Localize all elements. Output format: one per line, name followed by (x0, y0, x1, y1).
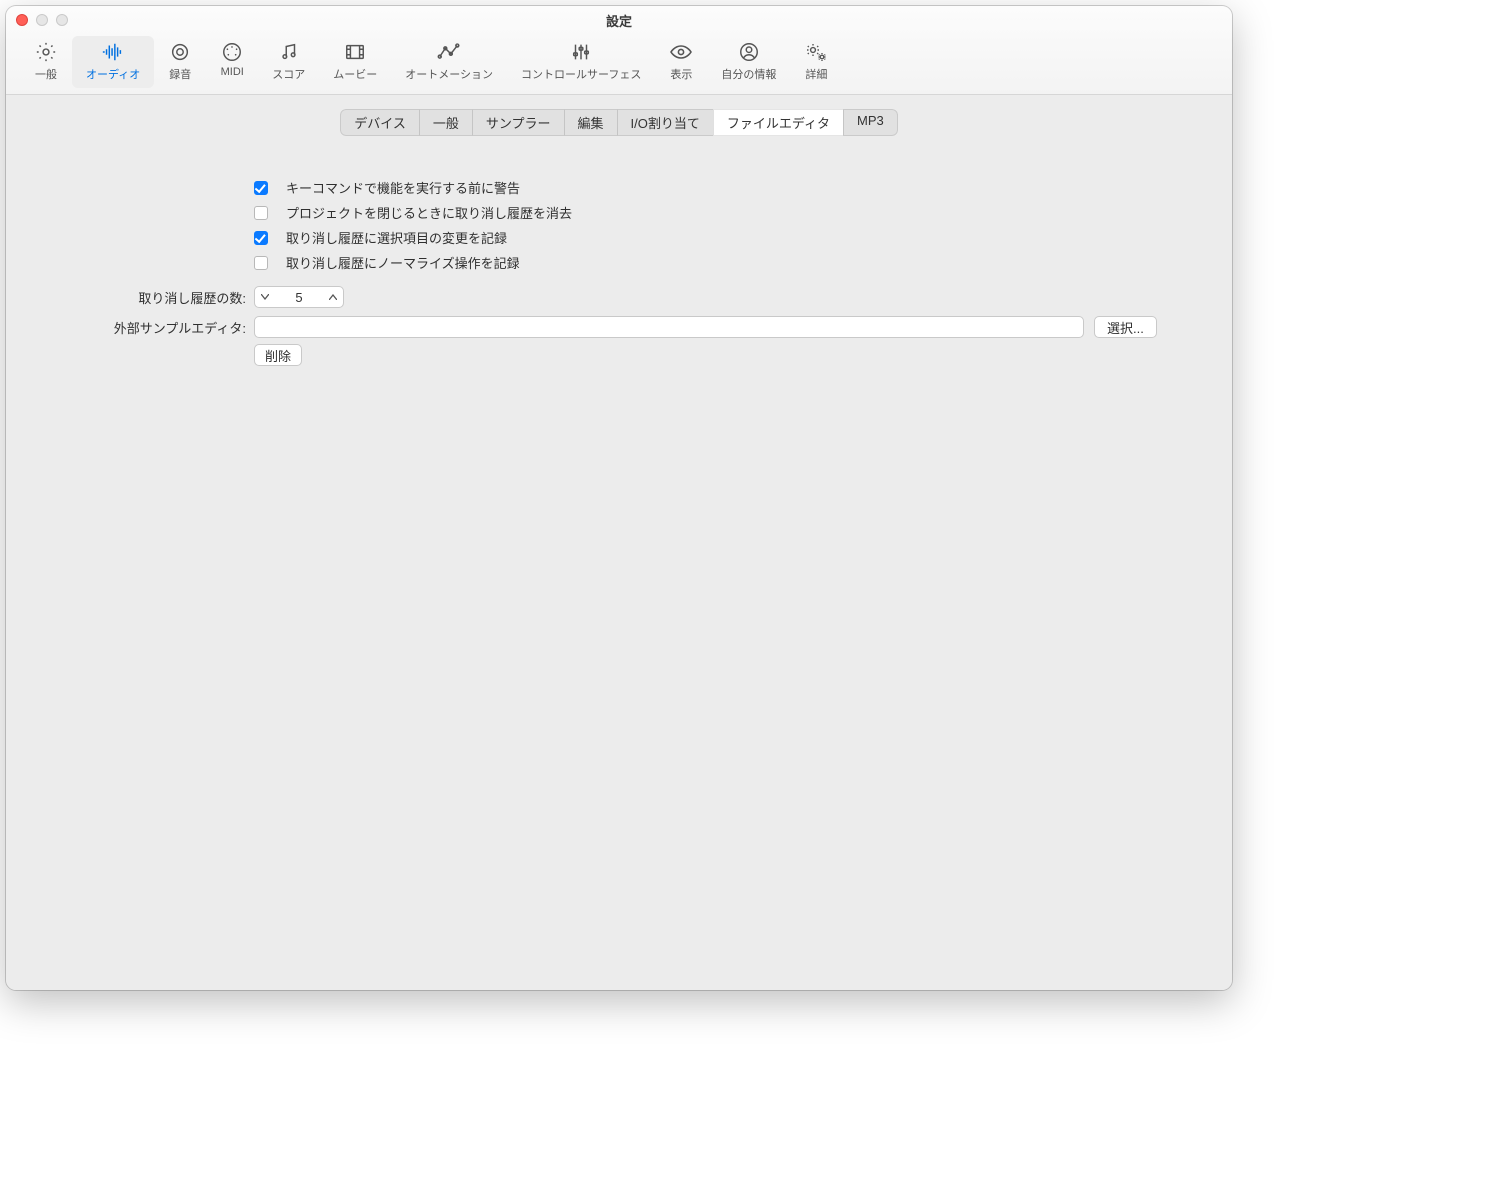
toolbar-record[interactable]: 録音 (154, 36, 206, 88)
undo-count-label: 取り消し履歴の数: (38, 288, 254, 307)
waveform-icon (101, 40, 125, 64)
sliders-icon (569, 40, 593, 64)
window-title: 設定 (6, 11, 1232, 30)
toolbar-midi[interactable]: MIDI (206, 36, 258, 88)
toolbar-label: 表示 (670, 66, 692, 82)
toolbar-label: 録音 (169, 66, 191, 82)
toolbar-general[interactable]: 一般 (20, 36, 72, 88)
toolbar-movie[interactable]: ムービー (319, 36, 391, 88)
subtab-edit[interactable]: 編集 (564, 109, 617, 136)
check-record-normalize-undo[interactable] (254, 256, 268, 270)
titlebar: 設定 一般 オーディオ 録音 (6, 6, 1232, 95)
toolbar-score[interactable]: スコア (258, 36, 319, 88)
audio-subtabs: デバイス 一般 サンプラー 編集 I/O割り当て ファイルエディタ MP3 (340, 109, 897, 136)
content-area: デバイス 一般 サンプラー 編集 I/O割り当て ファイルエディタ MP3 キー… (6, 95, 1232, 990)
zoom-window-button[interactable] (56, 14, 68, 26)
toolbar-label: 一般 (35, 66, 57, 82)
record-icon (168, 40, 192, 64)
minimize-window-button[interactable] (36, 14, 48, 26)
toolbar-display[interactable]: 表示 (655, 36, 707, 88)
toolbar-control-surfaces[interactable]: コントロールサーフェス (507, 36, 655, 88)
subtab-sampler[interactable]: サンプラー (472, 109, 564, 136)
check-clear-undo-on-close[interactable] (254, 206, 268, 220)
midi-icon (220, 40, 244, 64)
check-label: 取り消し履歴にノーマライズ操作を記録 (286, 253, 520, 272)
file-editor-panel: キーコマンドで機能を実行する前に警告 プロジェクトを閉じるときに取り消し履歴を消… (38, 150, 1200, 970)
check-label: プロジェクトを閉じるときに取り消し履歴を消去 (286, 203, 572, 222)
person-icon (737, 40, 761, 64)
automation-icon (437, 40, 461, 64)
toolbar-automation[interactable]: オートメーション (391, 36, 507, 88)
notes-icon (277, 40, 301, 64)
window-controls (16, 14, 68, 26)
choose-external-editor-button[interactable]: 選択... (1094, 316, 1157, 338)
undo-count-stepper[interactable]: 5 (254, 286, 344, 308)
subtab-mp3[interactable]: MP3 (843, 109, 898, 136)
check-label: キーコマンドで機能を実行する前に警告 (286, 178, 520, 197)
toolbar-label: オートメーション (405, 66, 493, 82)
gear-icon (34, 40, 58, 64)
stepper-increment[interactable] (323, 287, 343, 307)
settings-window: 設定 一般 オーディオ 録音 (6, 6, 1232, 990)
toolbar-label: オーディオ (86, 66, 140, 82)
toolbar-label: スコア (272, 66, 305, 82)
stepper-value: 5 (275, 290, 323, 305)
gears-icon (804, 40, 828, 64)
toolbar-label: 自分の情報 (721, 66, 776, 82)
toolbar-my-info[interactable]: 自分の情報 (707, 36, 790, 88)
prefs-toolbar: 一般 オーディオ 録音 MIDI (6, 34, 1232, 94)
check-warn-before-keycmd[interactable] (254, 181, 268, 195)
stepper-decrement[interactable] (255, 287, 275, 307)
check-label: 取り消し履歴に選択項目の変更を記録 (286, 228, 507, 247)
toolbar-audio[interactable]: オーディオ (72, 36, 154, 88)
eye-icon (669, 40, 693, 64)
toolbar-label: コントロールサーフェス (521, 66, 641, 82)
subtab-general[interactable]: 一般 (419, 109, 472, 136)
toolbar-label: ムービー (333, 66, 377, 82)
check-record-selection-undo[interactable] (254, 231, 268, 245)
external-editor-label: 外部サンプルエディタ: (38, 318, 254, 337)
subtab-io[interactable]: I/O割り当て (617, 109, 713, 136)
toolbar-label: MIDI (221, 66, 244, 78)
subtab-devices[interactable]: デバイス (340, 109, 419, 136)
subtab-file-editor[interactable]: ファイルエディタ (713, 109, 843, 136)
film-icon (343, 40, 367, 64)
close-window-button[interactable] (16, 14, 28, 26)
delete-external-editor-button[interactable]: 削除 (254, 344, 302, 366)
toolbar-advanced[interactable]: 詳細 (790, 36, 842, 88)
toolbar-label: 詳細 (805, 66, 827, 82)
external-editor-field[interactable] (254, 316, 1084, 338)
